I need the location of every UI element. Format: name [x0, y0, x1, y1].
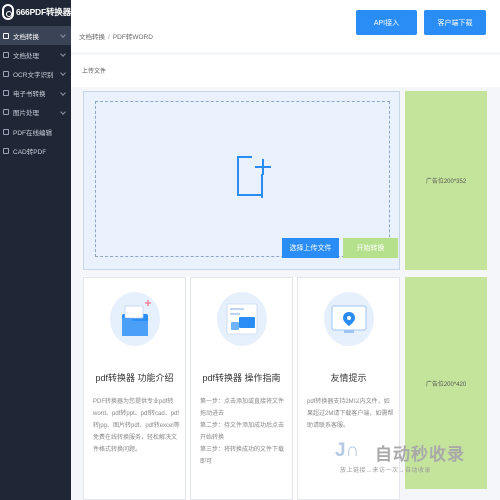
edit-icon: [3, 128, 9, 135]
drop-zone[interactable]: 选择上传文件 开始转换: [95, 101, 398, 258]
card-title: pdf转换器 操作指南: [202, 373, 281, 383]
chevron-down-icon: [60, 108, 66, 115]
sidebar-nav: 文档转换 文档处理 OCR文字识别 电子书转换 图片处理 PDF在线编辑 CAD…: [0, 26, 71, 160]
ad-slot-top[interactable]: 广告位200*352: [405, 91, 487, 270]
logo-text: 666PDF转换器: [16, 7, 71, 17]
document-icon: [3, 32, 9, 39]
card-title: 友情提示: [330, 373, 367, 383]
ocr-icon: [3, 70, 9, 77]
card-body: 第一步：点击添加或直接将文件拖动进去 第二步：待文件添加成功后点击开始转换 第三…: [200, 396, 288, 468]
image-icon: [3, 109, 9, 116]
watermark-brand: 自动秒收录: [375, 445, 465, 465]
watermark-tagline: 放上链接→来访一次→自动收录: [340, 468, 432, 474]
watermark: J∩ 自动秒收录 放上链接→来访一次→自动收录: [335, 440, 485, 480]
ebook-icon: [3, 90, 9, 97]
client-download-button[interactable]: 客户端下载: [424, 10, 486, 35]
sidebar-item-image[interactable]: 图片处理: [0, 103, 71, 122]
select-file-button[interactable]: 选择上传文件: [282, 238, 339, 258]
guide-step: 第三步：将转换成功的文件下载即可: [200, 447, 285, 465]
chevron-down-icon: [60, 89, 66, 96]
document-process-icon: [3, 51, 9, 58]
breadcrumb-separator: /: [108, 34, 110, 41]
app-logo[interactable]: 666PDF转换器: [2, 2, 72, 22]
sidebar-item-label: CAD转PDF: [13, 148, 47, 156]
cad-icon: [3, 147, 9, 154]
logo-icon: [2, 4, 14, 20]
api-button[interactable]: API接入: [356, 10, 417, 35]
sidebar-item-pdf-edit[interactable]: PDF在线编辑: [0, 122, 71, 141]
chevron-down-icon: [60, 51, 66, 58]
sidebar-item-label: 电子书转换: [13, 91, 46, 99]
sidebar: 666PDF转换器 文档转换 文档处理 OCR文字识别 电子书转换 图片处理 P…: [0, 0, 71, 500]
monitor-illustration: [324, 292, 374, 346]
sidebar-item-label: 文档处理: [13, 52, 39, 60]
sidebar-item-label: 图片处理: [13, 110, 39, 118]
card-body: pdf转换器支持2M以内文件，如果超过2M请下载客户端，如需帮助请联系客服。: [307, 399, 394, 429]
start-convert-button[interactable]: 开始转换: [343, 238, 398, 258]
sidebar-item-document-convert[interactable]: 文档转换: [0, 26, 71, 46]
guide-step: 第二步：待文件添加成功后点击开始转换: [200, 423, 285, 441]
sidebar-item-label: 文档转换: [13, 33, 39, 41]
guide-step: 第一步：点击添加或直接将文件拖动进去: [200, 399, 285, 417]
chevron-down-icon: [60, 70, 66, 77]
breadcrumb: 文档转换 / PDF转WORD: [79, 31, 153, 41]
folder-illustration: [110, 292, 160, 346]
breadcrumb-item[interactable]: 文档转换: [79, 34, 105, 41]
add-file-icon: [237, 156, 263, 198]
sidebar-item-ebook[interactable]: 电子书转换: [0, 84, 71, 103]
plus-icon: [255, 166, 271, 168]
guide-illustration: [217, 292, 267, 346]
sidebar-item-document-process[interactable]: 文档处理: [0, 45, 71, 64]
upload-section-label: 上传文件: [71, 55, 500, 87]
guide-card: pdf转换器 操作指南 第一步：点击添加或直接将文件拖动进去 第二步：待文件添加…: [190, 277, 293, 500]
sidebar-item-ocr[interactable]: OCR文字识别: [0, 64, 71, 83]
watermark-logo-icon: J∩: [335, 440, 360, 461]
sidebar-item-label: OCR文字识别: [13, 71, 54, 79]
chevron-down-icon: [60, 32, 66, 38]
upload-area[interactable]: 选择上传文件 开始转换: [83, 91, 400, 270]
card-body: PDF转换器为您提供专业pdf转word、pdf转ppt、pdf转cad、pdf…: [93, 399, 180, 453]
card-title: pdf转换器 功能介绍: [95, 373, 174, 383]
sidebar-item-cad[interactable]: CAD转PDF: [0, 141, 71, 160]
feature-intro-card: pdf转换器 功能介绍 PDF转换器为您提供专业pdf转word、pdf转ppt…: [83, 277, 186, 500]
breadcrumb-item: PDF转WORD: [112, 34, 153, 41]
sidebar-item-label: PDF在线编辑: [13, 129, 52, 137]
header: API接入 客户端下载 文档转换 / PDF转WORD: [71, 0, 500, 52]
